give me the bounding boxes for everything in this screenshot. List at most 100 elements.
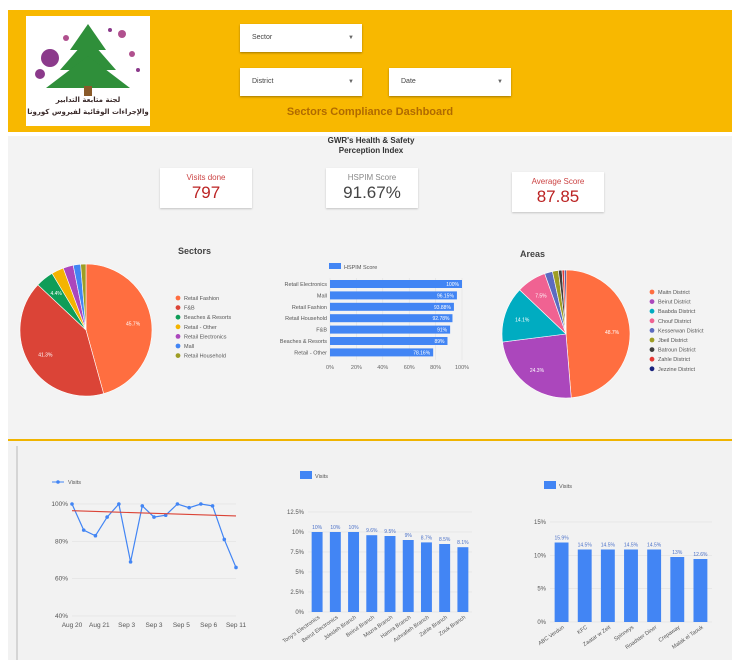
bar-value-label: 15.9% (554, 536, 569, 542)
bar (670, 557, 685, 622)
legend-marker (649, 337, 655, 343)
hspim-bar-chart: HSPIM Score 0% 20% 40% 60% 80% 100% Retail Elec… (280, 263, 469, 371)
data-point (222, 537, 227, 542)
legend-marker (649, 318, 655, 324)
data-point (105, 515, 109, 519)
legend-label: Batroun District (658, 348, 696, 354)
legend-label: Jezzine District (658, 367, 695, 373)
slice-label: 4.4% (50, 291, 62, 297)
date-filter-dropdown[interactable]: Date ▼ (389, 68, 511, 96)
scorecard-label: Visits done (186, 173, 226, 182)
bar-value-label: 91% (437, 328, 448, 334)
bar-value-label: 93.88% (434, 305, 452, 311)
areas-chart-title: Areas (520, 249, 546, 259)
bar-value-label: 96.15% (437, 293, 455, 299)
y-tick-label: 15% (534, 520, 547, 526)
category-label: Mall (317, 293, 327, 299)
bar-value-label: 14.5% (624, 543, 639, 549)
y-tick-label: 2.5% (290, 590, 304, 596)
visits-by-outlet-bar-chart: Visits 15% 10% 5% 0% 15.9% ABC Verdun 14.5% KFC 1… (534, 481, 712, 651)
category-label: Beaches & Resorts (280, 339, 327, 345)
data-point (199, 502, 203, 506)
sector-filter-dropdown[interactable]: Sector ▼ (240, 24, 362, 52)
scorecard-label: Average Score (531, 177, 585, 186)
category-label: F&B (316, 328, 327, 334)
bar-value-label: 8.5% (439, 537, 451, 543)
bar-value-label: 92.78% (433, 316, 451, 322)
legend-marker (175, 314, 181, 320)
bar (348, 532, 360, 612)
bar-value-label: 100% (446, 282, 459, 288)
y-tick-label: 7.5% (290, 550, 304, 556)
chevron-down-icon: ▼ (497, 79, 503, 85)
x-tick-label: 20% (351, 365, 362, 371)
bar (457, 547, 469, 612)
legend-marker (329, 263, 341, 269)
slice-label: 14.1% (515, 318, 530, 324)
slice-label: 41.3% (38, 353, 53, 359)
legend-label: Maitn District (658, 290, 690, 296)
x-tick-label: Aug 21 (89, 622, 110, 629)
legend-marker (175, 305, 181, 310)
legend-label: Retail Electronics (184, 334, 227, 340)
visits-scorecard: Visits done 797 (160, 168, 252, 208)
sectors-chart-title: Sectors (178, 246, 212, 256)
data-point (81, 528, 86, 532)
chevron-down-icon: ▼ (348, 35, 354, 41)
legend-label: Visits (559, 484, 572, 490)
legend-marker (175, 334, 181, 339)
legend-label: Beirut District (658, 300, 691, 306)
legend-marker (649, 366, 655, 372)
scorecard-value: 797 (191, 183, 221, 202)
category-label: Retail Electronics (285, 282, 328, 288)
legend-label: Jbeil District (658, 338, 688, 344)
visits-line-chart: Visits 100% 80% 60% 40% Aug 20 Aug 21 Sep 3 Sep … (51, 480, 247, 629)
scorecard-label: HSPIM Score (347, 173, 397, 182)
category-label: KFC (576, 625, 588, 636)
average-score-scorecard: Average Score 87.85 (512, 172, 604, 212)
slice-label: 45.7% (126, 322, 141, 328)
bar (693, 559, 708, 622)
slice-label: 48.7% (605, 330, 620, 336)
legend-label: F&B (184, 306, 195, 312)
bar (577, 549, 592, 622)
legend-label: Retail Household (184, 354, 226, 360)
legend-marker (175, 343, 181, 349)
sector-filter-label: Sector (252, 34, 273, 41)
bar-value-label: 10% (330, 525, 341, 531)
district-filter-dropdown[interactable]: District ▼ (240, 68, 362, 96)
slice-label: 24.3% (530, 368, 545, 374)
y-tick-label: 5% (537, 587, 546, 593)
bar-value-label: 14.5% (647, 543, 662, 549)
legend-label: Baabda District (658, 309, 696, 315)
slice-label: 7.5% (535, 293, 547, 299)
x-tick-label: 60% (404, 365, 415, 371)
legend-label: Retail - Other (184, 325, 217, 331)
bar (330, 337, 448, 345)
legend-label: Beaches & Resorts (184, 315, 231, 321)
y-tick-label: 5% (295, 570, 304, 576)
logo-text-line-1: لجنة متابعة التدابير (55, 96, 121, 104)
legend-label: Chouf District (658, 319, 691, 325)
x-tick-label: Sep 3 (118, 622, 135, 629)
x-tick-label: Sep 11 (226, 622, 247, 629)
y-tick-label: 100% (51, 501, 68, 508)
scorecard-value: 87.85 (536, 187, 580, 206)
bar-value-label: 8.1% (457, 540, 469, 546)
gauge-title: GWR's Health & Safety Perception Index (327, 136, 415, 155)
legend-marker (56, 480, 60, 484)
bar (439, 544, 451, 612)
x-tick-label: 80% (430, 365, 441, 371)
category-label: ABC Verdun (537, 625, 565, 647)
data-point (175, 502, 180, 506)
data-point (210, 504, 215, 508)
pie-slice (565, 269, 631, 399)
bar-value-label: 8.7% (421, 535, 433, 541)
bar-value-label: 9% (405, 533, 413, 539)
trend-line (71, 510, 237, 517)
chevron-down-icon: ▼ (348, 79, 354, 85)
y-tick-label: 12.5% (287, 510, 305, 516)
legend-label: Visits (68, 480, 81, 486)
y-tick-label: 40% (55, 613, 68, 620)
logo: لجنة متابعة التدابير والإجراءات الوقائية… (26, 16, 150, 126)
